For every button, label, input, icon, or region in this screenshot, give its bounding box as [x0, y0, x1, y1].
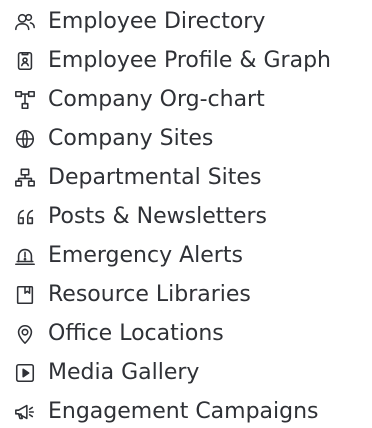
menu-item-employee-directory[interactable]: Employee Directory	[12, 6, 265, 38]
play-icon	[12, 360, 38, 386]
menu-item-company-org-chart[interactable]: Company Org-chart	[12, 84, 265, 116]
menu-item-label: Emergency Alerts	[48, 243, 243, 268]
menu-item-engagement-campaigns[interactable]: Engagement Campaigns	[12, 396, 319, 428]
location-pin-icon	[12, 321, 38, 347]
menu-item-media-gallery[interactable]: Media Gallery	[12, 357, 199, 389]
menu-item-label: Media Gallery	[48, 360, 200, 385]
menu-item-emergency-alerts[interactable]: Emergency Alerts	[12, 240, 243, 272]
menu-item-label: Company Org-chart	[48, 87, 265, 112]
menu-item-label: Posts & Newsletters	[48, 204, 268, 229]
menu-item-label: Employee Profile & Graph	[48, 48, 331, 73]
quote-icon	[12, 204, 38, 230]
menu-item-company-sites[interactable]: Company Sites	[12, 123, 213, 155]
alert-icon	[12, 243, 38, 269]
people-icon	[12, 9, 38, 35]
menu-item-label: Departmental Sites	[48, 165, 262, 190]
menu-item-label: Engagement Campaigns	[48, 399, 319, 424]
badge-icon	[12, 48, 38, 74]
feature-menu: Employee Directory Employee Profile & Gr…	[0, 0, 372, 426]
menu-item-resource-libraries[interactable]: Resource Libraries	[12, 279, 251, 311]
menu-item-posts-newsletters[interactable]: Posts & Newsletters	[12, 201, 267, 233]
menu-item-departmental-sites[interactable]: Departmental Sites	[12, 162, 261, 194]
menu-item-label: Employee Directory	[48, 9, 266, 34]
megaphone-icon	[12, 399, 38, 425]
menu-item-label: Resource Libraries	[48, 282, 251, 307]
menu-item-label: Company Sites	[48, 126, 214, 151]
menu-item-employee-profile-graph[interactable]: Employee Profile & Graph	[12, 45, 331, 77]
org-chart-icon	[12, 87, 38, 113]
menu-item-label: Office Locations	[48, 321, 224, 346]
network-icon	[12, 165, 38, 191]
book-icon	[12, 282, 38, 308]
globe-icon	[12, 126, 38, 152]
menu-item-office-locations[interactable]: Office Locations	[12, 318, 224, 350]
